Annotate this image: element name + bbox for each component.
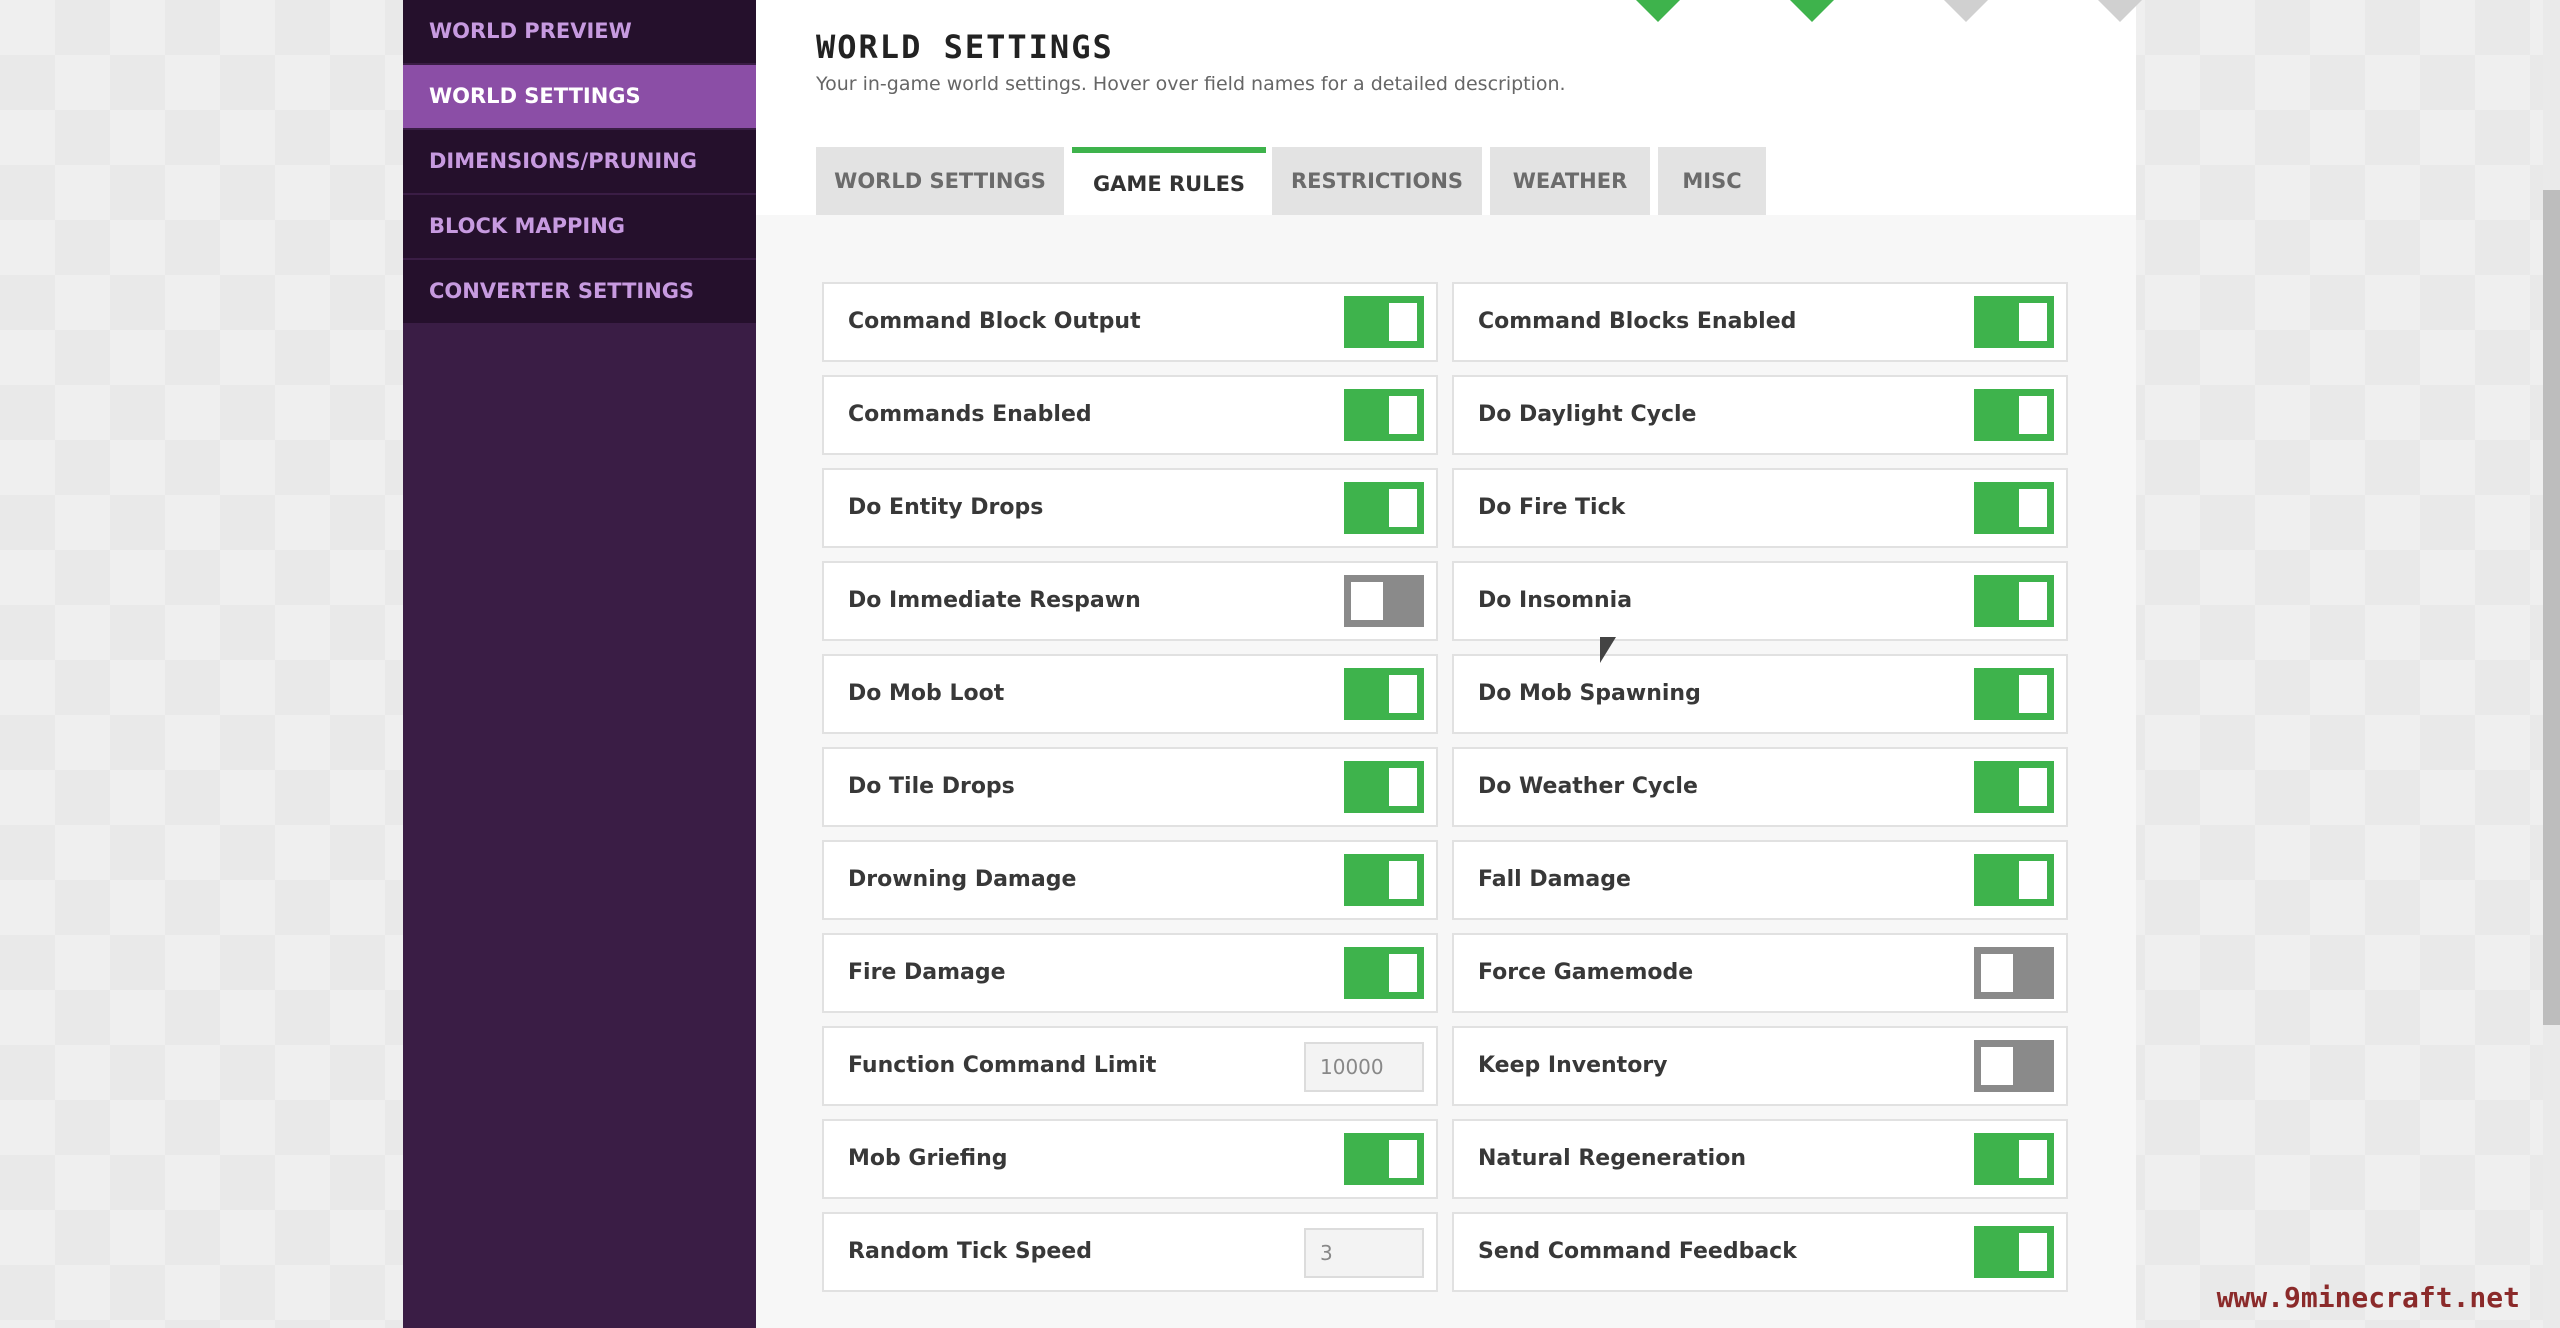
tab-weather[interactable]: WEATHER xyxy=(1490,147,1650,215)
sidebar-item-world-preview[interactable]: WORLD PREVIEW xyxy=(403,0,756,63)
rule-label[interactable]: Do Mob Loot xyxy=(848,656,1004,732)
rule-label[interactable]: Random Tick Speed xyxy=(848,1214,1092,1290)
tab-world-settings[interactable]: WORLD SETTINGS xyxy=(816,147,1064,215)
rule-row: Do Weather Cycle xyxy=(1452,747,2068,827)
toggle-switch[interactable] xyxy=(1344,575,1424,627)
rule-row: Natural Regeneration xyxy=(1452,1119,2068,1199)
rule-label[interactable]: Do Insomnia xyxy=(1478,563,1632,639)
rule-row: Drowning Damage xyxy=(822,840,1438,920)
rule-row: Commands Enabled xyxy=(822,375,1438,455)
rule-label[interactable]: Do Fire Tick xyxy=(1478,470,1625,546)
tab-game-rules[interactable]: GAME RULES xyxy=(1072,147,1266,215)
rule-label[interactable]: Do Mob Spawning xyxy=(1478,656,1701,732)
toggle-switch[interactable] xyxy=(1344,668,1424,720)
tab-restrictions[interactable]: RESTRICTIONS xyxy=(1272,147,1482,215)
rule-label[interactable]: Keep Inventory xyxy=(1478,1028,1668,1104)
rule-label[interactable]: Do Weather Cycle xyxy=(1478,749,1698,825)
toggle-switch[interactable] xyxy=(1974,482,2054,534)
page-subtitle: Your in-game world settings. Hover over … xyxy=(816,73,1566,95)
sidebar: WORLD PREVIEW WORLD SETTINGS DIMENSIONS/… xyxy=(403,0,774,1328)
rule-label[interactable]: Send Command Feedback xyxy=(1478,1214,1797,1290)
rule-row: Command Blocks Enabled xyxy=(1452,282,2068,362)
rule-row: Do Tile Drops xyxy=(822,747,1438,827)
tab-misc[interactable]: MISC xyxy=(1658,147,1766,215)
toggle-switch[interactable] xyxy=(1974,668,2054,720)
rule-row: Do Fire Tick xyxy=(1452,468,2068,548)
rule-label[interactable]: Do Immediate Respawn xyxy=(848,563,1141,639)
rule-label[interactable]: Mob Griefing xyxy=(848,1121,1008,1197)
watermark: www.9minecraft.net xyxy=(2216,1281,2520,1314)
toggle-switch[interactable] xyxy=(1974,854,2054,906)
rule-row: Do Mob Spawning xyxy=(1452,654,2068,734)
sidebar-item-converter-settings[interactable]: CONVERTER SETTINGS xyxy=(403,260,756,323)
page-title: WORLD SETTINGS xyxy=(816,28,1114,66)
rule-row: Fall Damage xyxy=(1452,840,2068,920)
number-input[interactable] xyxy=(1304,1228,1424,1278)
rule-row: Send Command Feedback xyxy=(1452,1212,2068,1292)
toggle-switch[interactable] xyxy=(1344,947,1424,999)
rule-label[interactable]: Do Daylight Cycle xyxy=(1478,377,1696,453)
toggle-switch[interactable] xyxy=(1974,389,2054,441)
toggle-switch[interactable] xyxy=(1974,575,2054,627)
toggle-switch[interactable] xyxy=(1344,296,1424,348)
rule-row: Random Tick Speed xyxy=(822,1212,1438,1292)
progress-chevron xyxy=(1918,0,2014,22)
rule-row: Function Command Limit xyxy=(822,1026,1438,1106)
progress-chevron xyxy=(1610,0,1706,22)
rule-label[interactable]: Natural Regeneration xyxy=(1478,1121,1746,1197)
rule-label[interactable]: Command Block Output xyxy=(848,284,1141,360)
scrollbar-thumb[interactable] xyxy=(2543,190,2560,1025)
rule-label[interactable]: Function Command Limit xyxy=(848,1028,1156,1104)
rule-row: Do Mob Loot xyxy=(822,654,1438,734)
toggle-switch[interactable] xyxy=(1974,1226,2054,1278)
main-panel: WORLD SETTINGS Your in-game world settin… xyxy=(756,0,2168,1328)
rule-row: Keep Inventory xyxy=(1452,1026,2068,1106)
rule-label[interactable]: Fall Damage xyxy=(1478,842,1631,918)
toggle-switch[interactable] xyxy=(1974,1133,2054,1185)
sidebar-item-world-settings[interactable]: WORLD SETTINGS xyxy=(403,65,774,128)
rule-row: Mob Griefing xyxy=(822,1119,1438,1199)
rule-label[interactable]: Fire Damage xyxy=(848,935,1006,1011)
mouse-cursor-icon xyxy=(1600,637,1616,663)
sidebar-item-dimensions-pruning[interactable]: DIMENSIONS/PRUNING xyxy=(403,130,756,193)
number-input[interactable] xyxy=(1304,1042,1424,1092)
sidebar-item-block-mapping[interactable]: BLOCK MAPPING xyxy=(403,195,756,258)
rule-row: Do Immediate Respawn xyxy=(822,561,1438,641)
toggle-switch[interactable] xyxy=(1974,947,2054,999)
rule-label[interactable]: Commands Enabled xyxy=(848,377,1092,453)
rule-label[interactable]: Do Tile Drops xyxy=(848,749,1015,825)
progress-chevron xyxy=(1764,0,1860,22)
rule-label[interactable]: Drowning Damage xyxy=(848,842,1076,918)
toggle-switch[interactable] xyxy=(1344,482,1424,534)
rule-row: Do Daylight Cycle xyxy=(1452,375,2068,455)
toggle-switch[interactable] xyxy=(1344,1133,1424,1185)
toggle-switch[interactable] xyxy=(1974,761,2054,813)
toggle-switch[interactable] xyxy=(1344,389,1424,441)
toggle-switch[interactable] xyxy=(1974,1040,2054,1092)
rule-row: Do Insomnia xyxy=(1452,561,2068,641)
rule-label[interactable]: Do Entity Drops xyxy=(848,470,1043,546)
rule-label[interactable]: Command Blocks Enabled xyxy=(1478,284,1796,360)
rule-row: Do Entity Drops xyxy=(822,468,1438,548)
progress-chevron xyxy=(2072,0,2168,22)
toggle-switch[interactable] xyxy=(1344,854,1424,906)
rule-label[interactable]: Force Gamemode xyxy=(1478,935,1693,1011)
rule-row: Command Block Output xyxy=(822,282,1438,362)
rule-row: Force Gamemode xyxy=(1452,933,2068,1013)
toggle-switch[interactable] xyxy=(1974,296,2054,348)
toggle-switch[interactable] xyxy=(1344,761,1424,813)
rule-row: Fire Damage xyxy=(822,933,1438,1013)
